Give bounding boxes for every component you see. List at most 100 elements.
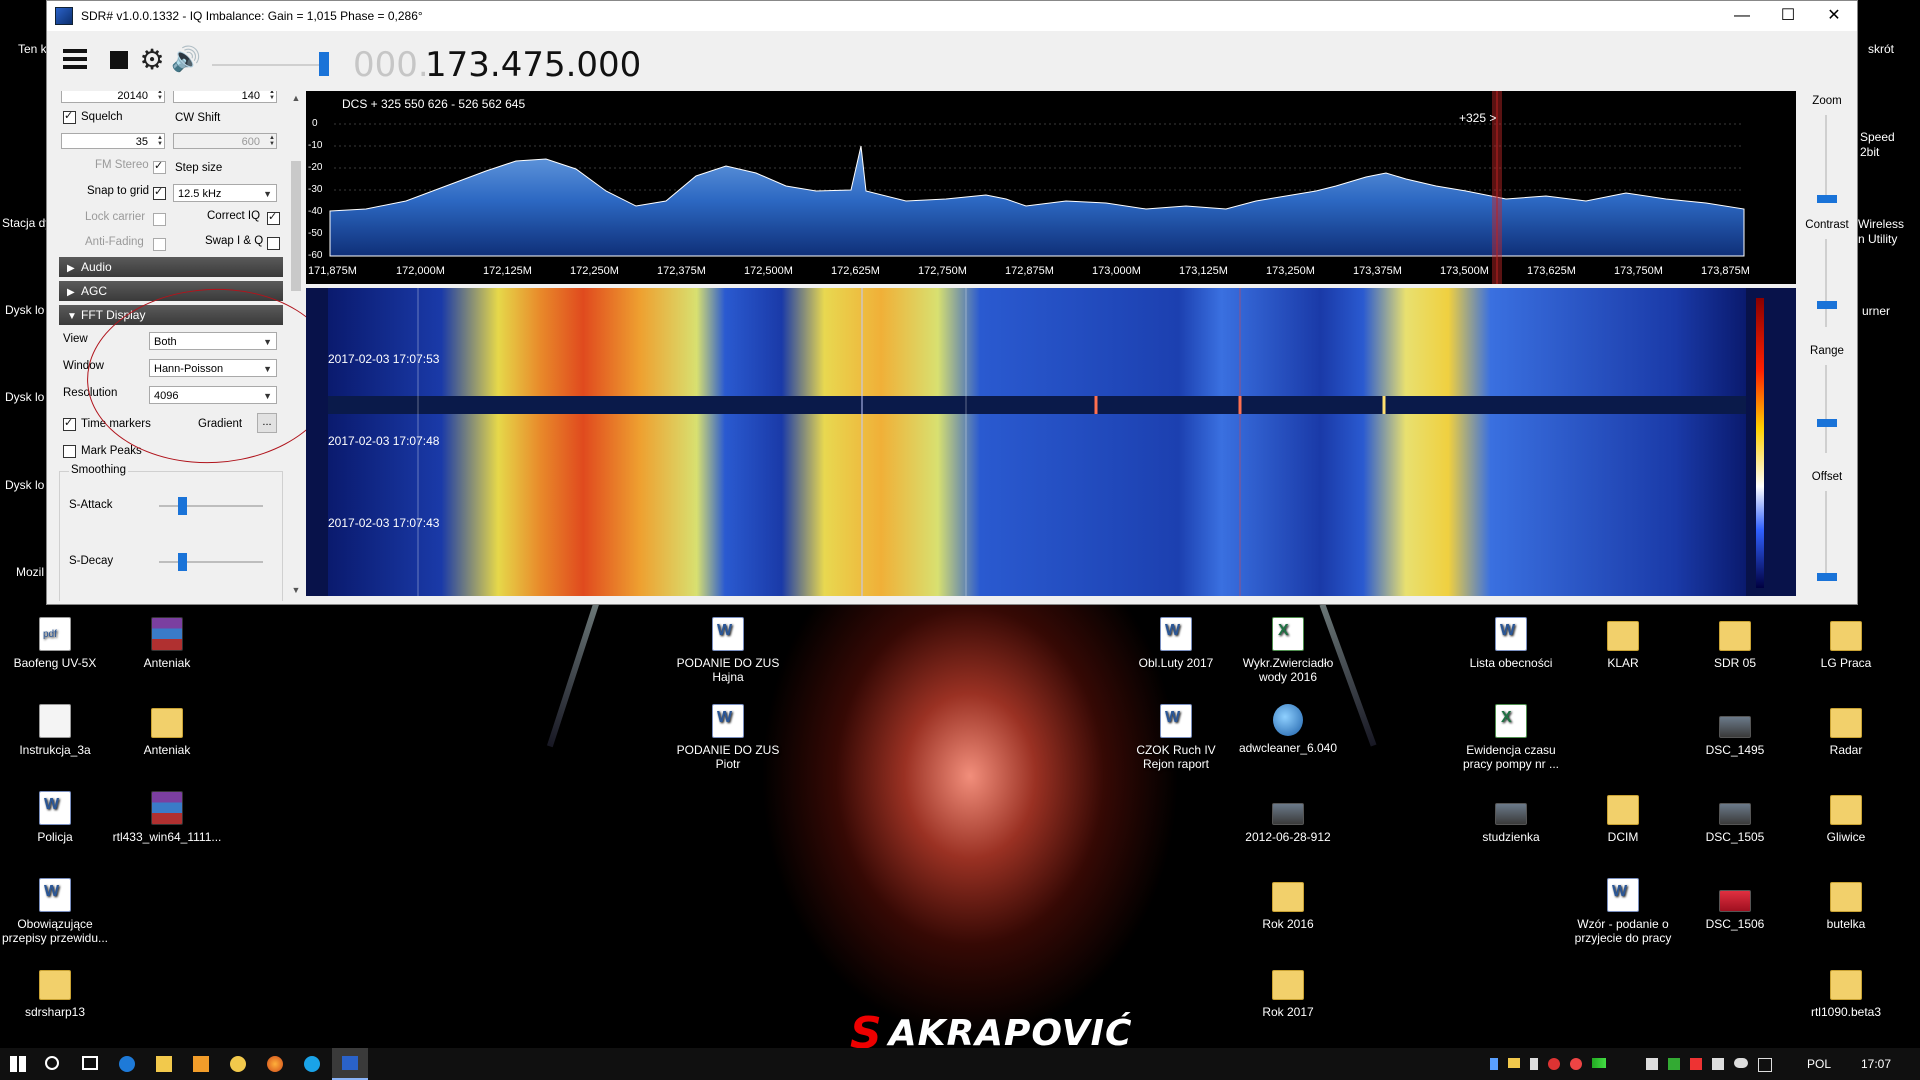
- volume-slider-thumb[interactable]: [319, 52, 329, 76]
- desktop-icon[interactable]: Obl.Luty 2017: [1121, 617, 1231, 670]
- zoom-slider-thumb[interactable]: [1817, 195, 1837, 203]
- stop-icon[interactable]: [104, 45, 134, 75]
- bluetooth-icon[interactable]: [1490, 1058, 1498, 1070]
- desktop-icon[interactable]: PODANIE DO ZUS Piotr: [673, 704, 783, 771]
- skype-icon[interactable]: [304, 1056, 320, 1072]
- contrast-slider-thumb[interactable]: [1817, 301, 1837, 309]
- partial-label[interactable]: Speed: [1860, 130, 1895, 144]
- store-icon[interactable]: [193, 1056, 209, 1072]
- title-bar[interactable]: SDR# v1.0.0.1332 - IQ Imbalance: Gain = …: [47, 1, 1857, 31]
- partial-label[interactable]: Dysk lo: [5, 390, 44, 404]
- partial-label[interactable]: Stacja dy: [2, 216, 51, 230]
- mark-peaks-row[interactable]: Mark Peaks: [63, 441, 142, 461]
- time-markers-checkbox[interactable]: [63, 416, 76, 431]
- desktop-icon[interactable]: 2012-06-28-912: [1233, 791, 1343, 844]
- scroll-down-arrow-icon[interactable]: ▼: [291, 585, 301, 595]
- network-tray-icon[interactable]: [1668, 1058, 1680, 1070]
- desktop-icon[interactable]: Wzór - podanie o przyjecie do pracy: [1568, 878, 1678, 945]
- waterfall-display[interactable]: 2017-02-03 17:07:53 2017-02-03 17:07:48 …: [306, 288, 1796, 596]
- partial-label[interactable]: Mozil: [16, 565, 44, 579]
- snap-to-grid-checkbox[interactable]: [153, 185, 166, 200]
- desktop-icon[interactable]: Anteniak: [112, 617, 222, 670]
- s-attack-slider-thumb[interactable]: [178, 497, 187, 515]
- contrast-slider-track[interactable]: [1825, 239, 1827, 327]
- edge-browser-icon[interactable]: [119, 1056, 135, 1072]
- sdr-taskbar-button[interactable]: [332, 1048, 368, 1080]
- desktop-icon[interactable]: adwcleaner_6.040: [1233, 704, 1343, 755]
- squelch-checkbox[interactable]: [63, 109, 76, 124]
- partial-label[interactable]: 2bit: [1860, 145, 1879, 159]
- view-dropdown[interactable]: Both ▼: [149, 332, 277, 350]
- file-explorer-icon[interactable]: [156, 1056, 172, 1072]
- s-attack-slider-track[interactable]: [159, 505, 263, 507]
- gear-icon[interactable]: ⚙: [137, 45, 167, 75]
- app-tray-icon[interactable]: [1570, 1058, 1582, 1070]
- step-size-dropdown[interactable]: 12.5 kHz ▼: [173, 184, 277, 202]
- desktop-icon[interactable]: Instrukcja_3a: [0, 704, 110, 757]
- folder-tray-icon[interactable]: [1508, 1058, 1520, 1068]
- range-slider-track[interactable]: [1825, 365, 1827, 453]
- gradient-button[interactable]: ...: [257, 413, 277, 433]
- spin-arrows-icon[interactable]: ▲ ▼: [265, 91, 275, 101]
- desktop-icon[interactable]: LG Praca: [1791, 617, 1901, 670]
- fm-stereo-checkbox[interactable]: [153, 159, 166, 174]
- desktop-icon[interactable]: Rok 2016: [1233, 878, 1343, 931]
- desktop-icon[interactable]: SDR 05: [1680, 617, 1790, 670]
- language-indicator[interactable]: POL: [1807, 1057, 1831, 1071]
- clock[interactable]: 17:07: [1861, 1057, 1891, 1071]
- search-icon[interactable]: [45, 1056, 59, 1070]
- system-tray-icons[interactable]: [1490, 1058, 1790, 1072]
- desktop-icon[interactable]: Lista obecności: [1456, 617, 1566, 670]
- scroll-up-arrow-icon[interactable]: ▲: [291, 93, 301, 103]
- partial-label[interactable]: urner: [1862, 304, 1890, 318]
- squelch-row[interactable]: Squelch: [63, 107, 123, 127]
- offset-slider-track[interactable]: [1825, 491, 1827, 579]
- desktop-icon[interactable]: Ewidencja czasu pracy pompy nr ...: [1456, 704, 1566, 771]
- spectrum-analyzer[interactable]: DCS + 325 550 626 - 526 562 645 +325 > 0…: [306, 91, 1796, 284]
- s-decay-slider-thumb[interactable]: [178, 553, 187, 571]
- desktop-icon[interactable]: PODANIE DO ZUS Hajna: [673, 617, 783, 684]
- desktop-icon[interactable]: Baofeng UV-5X: [0, 617, 110, 670]
- desktop-icon[interactable]: Rok 2017: [1233, 966, 1343, 1019]
- frequency-prefix[interactable]: 000.: [353, 45, 429, 85]
- cloud-icon[interactable]: [1734, 1058, 1748, 1068]
- volume-slider-track[interactable]: [212, 64, 322, 66]
- desktop-icon[interactable]: rtl1090.beta3: [1791, 966, 1901, 1019]
- zoom-slider-track[interactable]: [1825, 115, 1827, 203]
- lock-carrier-checkbox[interactable]: [153, 213, 166, 226]
- volume-tray-icon[interactable]: [1646, 1058, 1658, 1070]
- desktop-icon[interactable]: DSC_1505: [1680, 791, 1790, 844]
- window-dropdown[interactable]: Hann-Poisson ▼: [149, 359, 277, 377]
- top-numeric-field-2[interactable]: 140 ▲ ▼: [173, 91, 277, 103]
- cw-shift-field[interactable]: 600 ▲ ▼: [173, 133, 277, 149]
- desktop-icon[interactable]: sdrsharp13: [0, 966, 110, 1019]
- task-view-icon[interactable]: [82, 1056, 98, 1070]
- desktop-icon[interactable]: Radar: [1791, 704, 1901, 757]
- s-decay-slider-track[interactable]: [159, 561, 263, 563]
- partial-label[interactable]: Ten k: [18, 42, 47, 56]
- partial-label[interactable]: Dysk lo: [5, 478, 44, 492]
- usb-icon[interactable]: [1530, 1058, 1538, 1070]
- close-button[interactable]: ✕: [1811, 1, 1857, 31]
- signal-icon[interactable]: [1592, 1058, 1606, 1068]
- partial-label[interactable]: Dysk lo: [5, 303, 44, 317]
- windows-start-icon[interactable]: [10, 1056, 26, 1072]
- partial-label[interactable]: n Utility: [1858, 232, 1897, 246]
- firefox-icon[interactable]: [267, 1056, 283, 1072]
- maximize-button[interactable]: ☐: [1765, 1, 1811, 31]
- wifi-icon[interactable]: [1712, 1058, 1724, 1070]
- desktop-icon[interactable]: rtl433_win64_1111...: [112, 791, 222, 844]
- top-numeric-field-1[interactable]: 20140 ▲ ▼: [61, 91, 165, 103]
- desktop-icon[interactable]: butelka: [1791, 878, 1901, 931]
- app-icon[interactable]: [230, 1056, 246, 1072]
- anti-fading-checkbox[interactable]: [153, 238, 166, 251]
- audio-section-header[interactable]: ▶ Audio: [59, 257, 283, 277]
- spin-arrows-icon[interactable]: ▲ ▼: [153, 91, 163, 101]
- desktop-icon[interactable]: Obowiązujące przepisy przewidu...: [0, 878, 110, 945]
- hamburger-menu-icon[interactable]: [63, 45, 93, 75]
- mark-peaks-checkbox[interactable]: [63, 444, 76, 458]
- desktop-icon[interactable]: Policja: [0, 791, 110, 844]
- spin-arrows-icon[interactable]: ▲ ▼: [265, 135, 275, 147]
- notification-icon[interactable]: [1758, 1058, 1772, 1072]
- range-slider-thumb[interactable]: [1817, 419, 1837, 427]
